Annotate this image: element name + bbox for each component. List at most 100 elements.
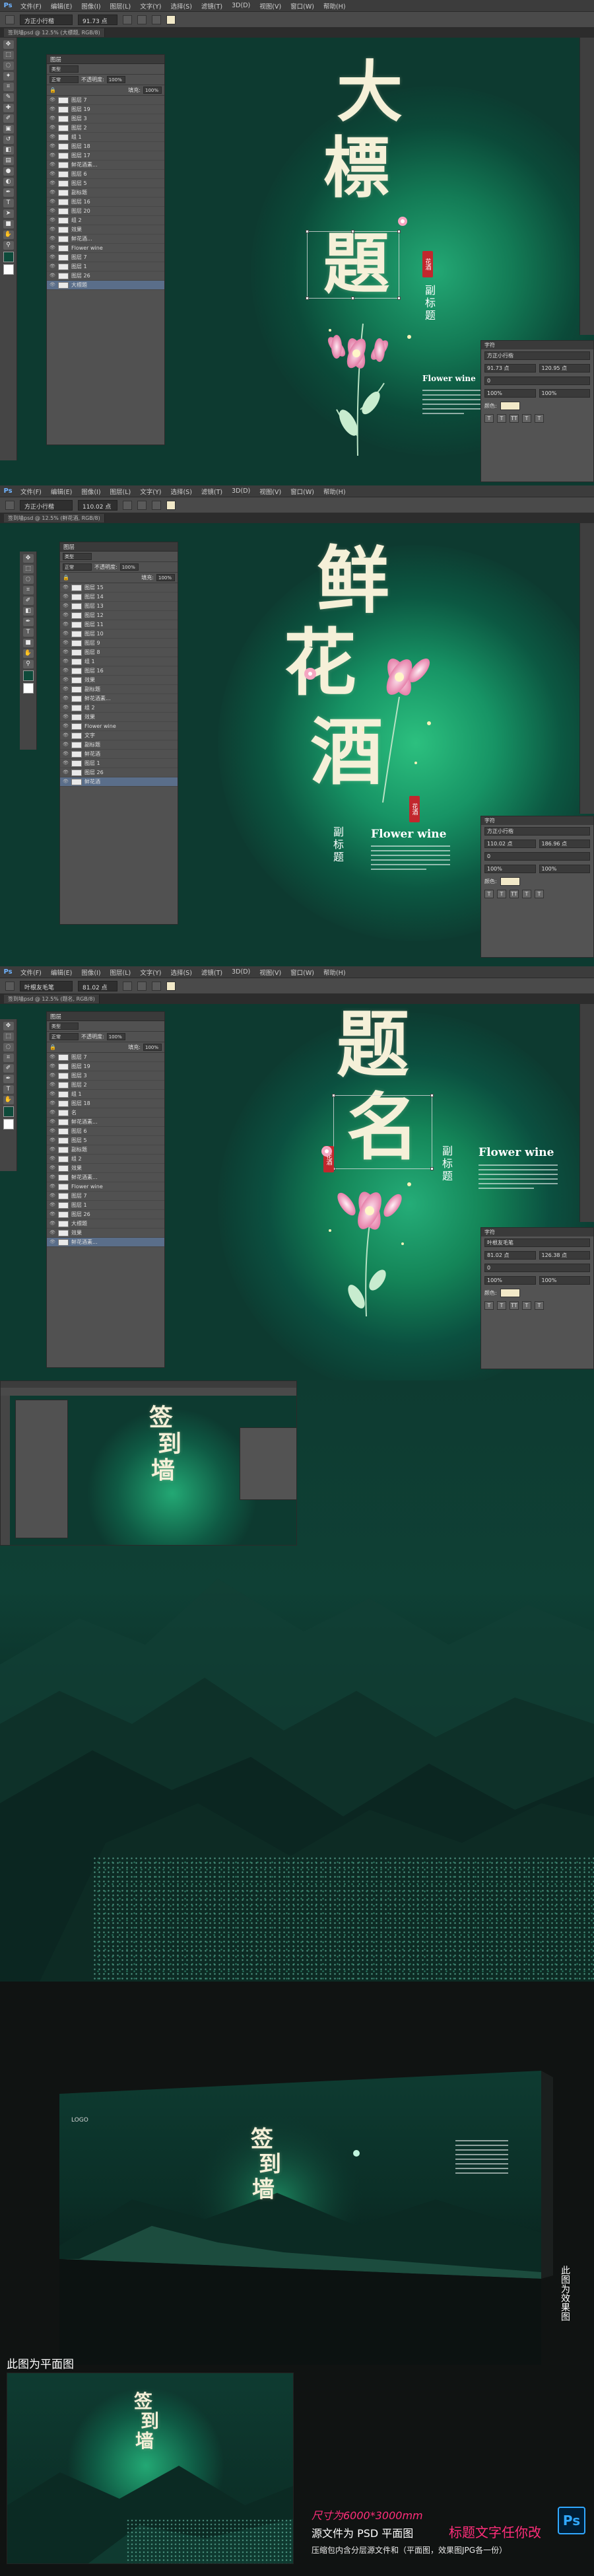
layer-row[interactable]: 👁 副标题	[47, 188, 164, 197]
visibility-eye-icon[interactable]: 👁	[63, 705, 69, 711]
visibility-eye-icon[interactable]: 👁	[50, 153, 55, 159]
layer-row[interactable]: 👁 组 1	[60, 657, 178, 666]
text-color-swatch[interactable]	[166, 500, 176, 510]
font-size-field[interactable]: 110.02 点	[78, 499, 117, 511]
background-color-swatch[interactable]	[3, 264, 14, 275]
visibility-eye-icon[interactable]: 👁	[50, 1230, 55, 1236]
font-family-field[interactable]: 方正小行楷	[20, 14, 73, 25]
foreground-color-swatch[interactable]	[22, 670, 34, 681]
visibility-eye-icon[interactable]: 👁	[50, 254, 55, 260]
visibility-eye-icon[interactable]: 👁	[63, 686, 69, 692]
char-vscale-field[interactable]: 100%	[484, 865, 536, 873]
layer-row[interactable]: 👁 鲜花酒...	[47, 234, 164, 244]
layer-row[interactable]: 👁 图层 20	[47, 207, 164, 216]
char-leading-field[interactable]: 126.38 点	[539, 1251, 590, 1260]
layer-row[interactable]: 👁 组 2	[47, 216, 164, 225]
font-size-field[interactable]: 91.73 点	[78, 14, 117, 25]
bold-button[interactable]: T	[484, 414, 494, 423]
doc-tab[interactable]: 签到墙psd @ 12.5% (题名, RGB/8)	[4, 995, 100, 1003]
menu-view[interactable]: 视图(V)	[255, 968, 286, 977]
layer-row[interactable]: 👁 大標題	[47, 281, 164, 290]
menu-type[interactable]: 文字(Y)	[135, 487, 166, 496]
visibility-eye-icon[interactable]: 👁	[50, 1119, 55, 1125]
menu-layer[interactable]: 图层(L)	[106, 1, 136, 11]
visibility-eye-icon[interactable]: 👁	[50, 134, 55, 140]
menu-help[interactable]: 帮助(H)	[319, 968, 350, 977]
layer-row[interactable]: 👁 图层 5	[47, 1136, 164, 1145]
visibility-eye-icon[interactable]: 👁	[63, 649, 69, 655]
visibility-eye-icon[interactable]: 👁	[50, 1073, 55, 1079]
char-font-field[interactable]: 方正小行楷	[484, 351, 590, 360]
char-tracking-field[interactable]: 0	[484, 852, 590, 861]
visibility-eye-icon[interactable]: 👁	[50, 1147, 55, 1153]
shape-tool-icon[interactable]: ■	[3, 220, 14, 229]
layer-row[interactable]: 👁 图层 7	[47, 253, 164, 262]
bold-button[interactable]: T	[484, 890, 494, 898]
menu-filter[interactable]: 滤镜(T)	[197, 1, 227, 11]
visibility-eye-icon[interactable]: 👁	[63, 631, 69, 637]
align-right-icon[interactable]	[152, 981, 161, 991]
opacity-field[interactable]: 100%	[106, 76, 125, 83]
layer-row[interactable]: 👁 图层 17	[47, 151, 164, 161]
shape-tool-icon[interactable]: ■	[22, 639, 34, 647]
move-tool-icon[interactable]: ✥	[3, 1022, 14, 1030]
visibility-eye-icon[interactable]: 👁	[50, 1063, 55, 1069]
layer-row[interactable]: 👁 图层 26	[47, 1210, 164, 1219]
char-hscale-field[interactable]: 100%	[539, 865, 590, 873]
visibility-eye-icon[interactable]: 👁	[50, 1239, 55, 1245]
menu-type[interactable]: 文字(Y)	[135, 968, 166, 977]
menu-image[interactable]: 图像(I)	[77, 487, 105, 496]
layer-row[interactable]: 👁 效果	[47, 1164, 164, 1173]
font-size-field[interactable]: 81.02 点	[78, 980, 117, 991]
foreground-color-swatch[interactable]	[3, 252, 14, 262]
layer-row[interactable]: 👁 副标题	[60, 685, 178, 694]
visibility-eye-icon[interactable]: 👁	[50, 106, 55, 112]
lock-icon[interactable]: 🔒	[50, 1044, 56, 1050]
menu-layer[interactable]: 图层(L)	[106, 487, 136, 496]
visibility-eye-icon[interactable]: 👁	[50, 143, 55, 149]
char-hscale-field[interactable]: 100%	[539, 1276, 590, 1285]
layer-row[interactable]: 👁 鲜花酒素...	[47, 1118, 164, 1127]
menu-3d[interactable]: 3D(D)	[227, 487, 255, 495]
lasso-tool-icon[interactable]: ◌	[3, 61, 14, 70]
visibility-eye-icon[interactable]: 👁	[63, 677, 69, 683]
menu-filter[interactable]: 滤镜(T)	[197, 487, 227, 496]
visibility-eye-icon[interactable]: 👁	[63, 622, 69, 627]
visibility-eye-icon[interactable]: 👁	[63, 696, 69, 701]
visibility-eye-icon[interactable]: 👁	[50, 1054, 55, 1060]
strike-button[interactable]: T	[535, 414, 544, 423]
visibility-eye-icon[interactable]: 👁	[50, 1202, 55, 1208]
blend-mode-select[interactable]: 正常	[63, 563, 92, 571]
hand-tool-icon[interactable]: ✋	[3, 1096, 14, 1104]
menu-file[interactable]: 文件(F)	[16, 968, 46, 977]
visibility-eye-icon[interactable]: 👁	[63, 742, 69, 748]
layer-row[interactable]: 👁 Flower wine	[60, 722, 178, 731]
visibility-eye-icon[interactable]: 👁	[63, 723, 69, 729]
layer-row[interactable]: 👁 鲜花酒素...	[60, 694, 178, 703]
layer-row[interactable]: 👁 鲜花酒	[60, 777, 178, 787]
layer-row[interactable]: 👁 图层 11	[60, 620, 178, 629]
layer-row[interactable]: 👁 图层 26	[47, 271, 164, 281]
menu-window[interactable]: 窗口(W)	[286, 487, 319, 496]
history-brush-icon[interactable]: ↺	[3, 135, 14, 144]
char-leading-field[interactable]: 186.96 点	[539, 840, 590, 848]
layer-row[interactable]: 👁 图层 7	[47, 96, 164, 105]
blend-mode-select[interactable]: 正常	[50, 76, 79, 83]
bold-button[interactable]: T	[484, 1301, 494, 1310]
menu-image[interactable]: 图像(I)	[77, 1, 105, 11]
align-right-icon[interactable]	[152, 500, 161, 510]
visibility-eye-icon[interactable]: 👁	[50, 245, 55, 251]
visibility-eye-icon[interactable]: 👁	[50, 116, 55, 122]
hand-tool-icon[interactable]: ✋	[22, 649, 34, 658]
visibility-eye-icon[interactable]: 👁	[50, 162, 55, 168]
align-left-icon[interactable]	[123, 981, 132, 991]
allcaps-button[interactable]: TT	[510, 414, 519, 423]
char-color-swatch[interactable]	[500, 402, 520, 410]
visibility-eye-icon[interactable]: 👁	[50, 190, 55, 196]
visibility-eye-icon[interactable]: 👁	[50, 1174, 55, 1180]
visibility-eye-icon[interactable]: 👁	[50, 227, 55, 233]
crop-tool-icon[interactable]: ⌗	[3, 83, 14, 91]
doc-tab[interactable]: 签到墙psd @ 12.5% (鲜花酒, RGB/8)	[4, 514, 105, 522]
visibility-eye-icon[interactable]: 👁	[50, 1211, 55, 1217]
layer-row[interactable]: 👁 文字	[60, 731, 178, 740]
